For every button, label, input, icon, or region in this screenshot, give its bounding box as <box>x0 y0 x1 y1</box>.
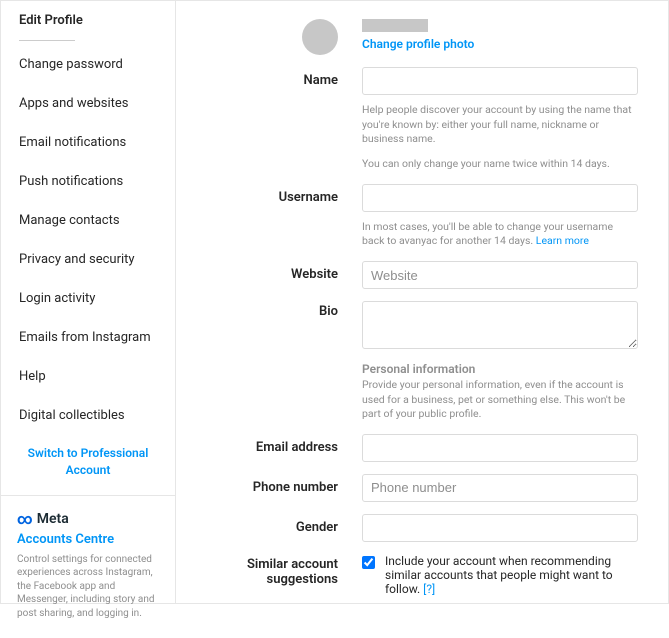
edit-profile-form: Change profile photo Name Help people di… <box>176 1 668 603</box>
sidebar: Edit Profile Change password Apps and we… <box>1 1 176 603</box>
nav-login-activity[interactable]: Login activity <box>1 279 175 318</box>
label-gender: Gender <box>182 514 362 542</box>
personal-info-section: Personal information Provide your person… <box>362 361 638 422</box>
nav-edit-profile[interactable]: Edit Profile <box>1 1 175 40</box>
label-phone: Phone number <box>182 474 362 502</box>
change-profile-photo-link[interactable]: Change profile photo <box>362 37 638 51</box>
meta-infinity-icon: ∞ <box>17 510 33 528</box>
label-name: Name <box>182 67 362 172</box>
name-help-1: Help people discover your account by usi… <box>362 103 638 147</box>
label-email: Email address <box>182 434 362 462</box>
learn-more-link[interactable]: Learn more <box>536 234 589 247</box>
nav-email-notifications[interactable]: Email notifications <box>1 123 175 162</box>
name-help-2: You can only change your name twice with… <box>362 157 638 172</box>
switch-professional-link[interactable]: Switch to Professional Account <box>1 435 175 495</box>
label-bio: Bio <box>182 301 362 422</box>
nav-help[interactable]: Help <box>1 357 175 396</box>
nav-manage-contacts[interactable]: Manage contacts <box>1 201 175 240</box>
label-username: Username <box>182 184 362 249</box>
accounts-centre-link[interactable]: Accounts Centre <box>17 532 159 547</box>
similar-suggestions-text: Include your account when recommending s… <box>385 554 638 596</box>
name-input[interactable] <box>362 67 638 95</box>
avatar-cell <box>182 19 362 55</box>
nav-emails-instagram[interactable]: Emails from Instagram <box>1 318 175 357</box>
nav-active-underline <box>19 40 75 41</box>
similar-suggestions-checkbox[interactable] <box>362 556 375 569</box>
nav-change-password[interactable]: Change password <box>1 45 175 84</box>
personal-info-body: Provide your personal information, even … <box>362 378 638 422</box>
nav-privacy-security[interactable]: Privacy and security <box>1 240 175 279</box>
label-similar: Similar account suggestions <box>182 554 362 596</box>
sidebar-nav: Edit Profile Change password Apps and we… <box>1 1 175 495</box>
phone-input[interactable] <box>362 474 638 502</box>
username-display <box>362 19 428 32</box>
meta-accounts-box: ∞ Meta Accounts Centre Control settings … <box>1 495 175 638</box>
website-input[interactable] <box>362 261 638 289</box>
gender-input[interactable] <box>362 514 638 542</box>
nav-push-notifications[interactable]: Push notifications <box>1 162 175 201</box>
username-input[interactable] <box>362 184 638 212</box>
label-website: Website <box>182 261 362 289</box>
nav-apps-websites[interactable]: Apps and websites <box>1 84 175 123</box>
nav-digital-collectibles[interactable]: Digital collectibles <box>1 396 175 435</box>
bio-input[interactable] <box>362 301 638 349</box>
similar-suggestions-row: Include your account when recommending s… <box>362 554 638 596</box>
username-help: In most cases, you'll be able to change … <box>362 220 638 249</box>
email-input[interactable] <box>362 434 638 462</box>
meta-brand-text: Meta <box>37 511 69 527</box>
avatar[interactable] <box>302 19 338 55</box>
meta-logo: ∞ Meta <box>17 510 159 528</box>
meta-description: Control settings for connected experienc… <box>17 553 159 621</box>
profile-header: Change profile photo <box>362 19 638 55</box>
settings-page: Edit Profile Change password Apps and we… <box>0 0 669 604</box>
personal-info-heading: Personal information <box>362 361 638 378</box>
similar-help-link[interactable]: [?] <box>423 582 435 596</box>
